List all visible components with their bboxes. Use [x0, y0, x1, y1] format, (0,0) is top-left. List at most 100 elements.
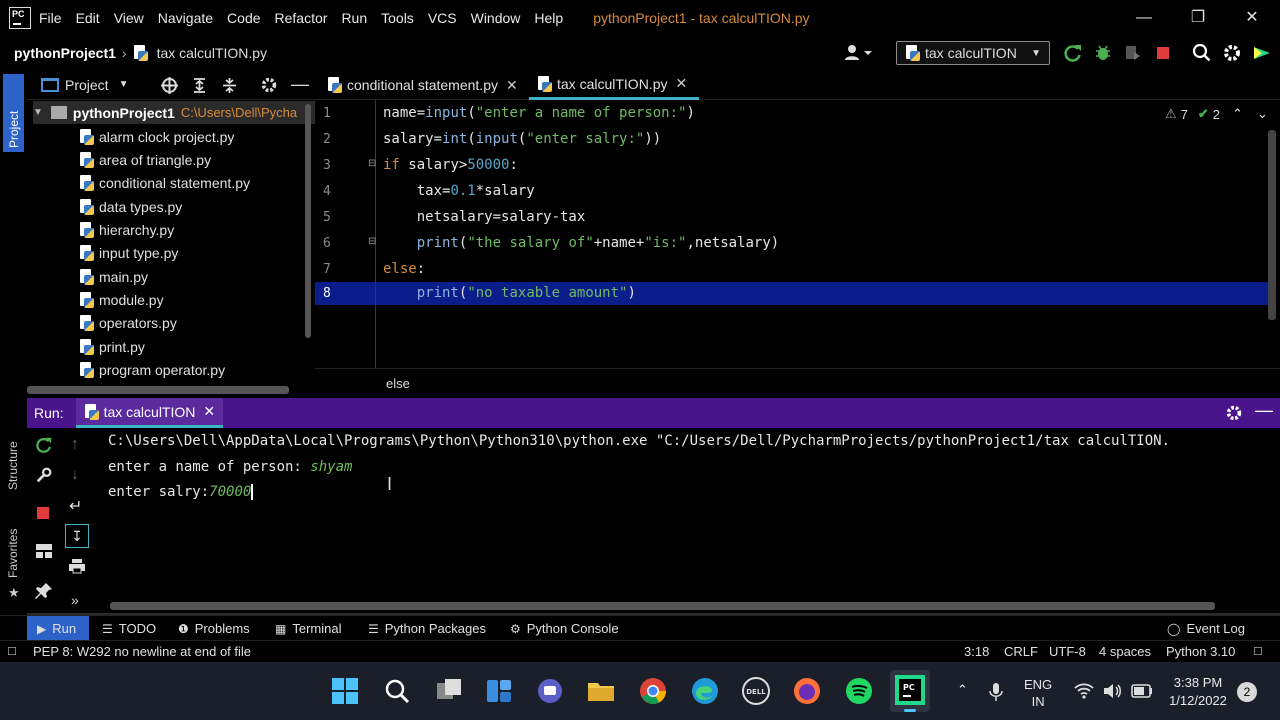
code-line[interactable]: name=input("enter a name of person:"): [383, 105, 695, 121]
input-language[interactable]: ENG IN: [1024, 676, 1052, 710]
previous-highlight-icon[interactable]: ⌃: [1232, 106, 1243, 122]
tool-problems[interactable]: ❶ Problems: [178, 616, 250, 641]
wrench-icon[interactable]: [35, 466, 53, 484]
caret-position[interactable]: 3:18: [964, 644, 989, 659]
tree-file-row[interactable]: input type.py: [79, 241, 178, 264]
tree-file-row[interactable]: print.py: [79, 335, 145, 358]
run-settings-icon[interactable]: [1225, 404, 1243, 422]
inspection-widget[interactable]: ⚠ 7 ✔ 2 ⌃ ⌄: [1165, 106, 1268, 122]
collapse-all-icon[interactable]: [221, 77, 238, 94]
code-line[interactable]: tax=0.1*salary: [383, 183, 535, 199]
tool-python-packages[interactable]: ☰ Python Packages: [368, 616, 486, 641]
close-window-icon[interactable]: ✕: [1242, 8, 1262, 28]
favorites-stripe-label[interactable]: Favorites: [6, 529, 20, 578]
line-separator[interactable]: CRLF: [1004, 644, 1038, 659]
horizontal-scrollbar[interactable]: [27, 386, 289, 394]
taskbar-search-icon[interactable]: [382, 676, 412, 706]
structure-stripe-label[interactable]: Structure: [6, 441, 20, 490]
arrow-up-icon[interactable]: ↑: [71, 436, 79, 454]
menu-code[interactable]: Code: [227, 10, 260, 26]
tree-file-row[interactable]: alarm clock project.py: [79, 125, 234, 148]
hide-panel-icon[interactable]: —: [291, 74, 309, 95]
console-horizontal-scrollbar[interactable]: [110, 602, 1215, 610]
scroll-to-end-icon[interactable]: ↧: [65, 524, 89, 548]
clock[interactable]: 3:38 PM 1/12/2022: [1163, 674, 1233, 710]
dell-icon[interactable]: DELL: [741, 676, 771, 706]
run-configuration-select[interactable]: tax calculTION ▼: [896, 41, 1050, 65]
code-breadcrumb[interactable]: else: [386, 376, 410, 391]
debug-icon[interactable]: [1093, 43, 1113, 63]
status-message[interactable]: PEP 8: W292 no newline at end of file: [33, 644, 251, 659]
menu-edit[interactable]: Edit: [76, 10, 100, 26]
widgets-icon[interactable]: [484, 676, 514, 706]
file-explorer-icon[interactable]: [586, 676, 616, 706]
menu-vcs[interactable]: VCS: [428, 10, 457, 26]
tree-file-row[interactable]: data types.py: [79, 195, 182, 218]
breadcrumb-file[interactable]: tax calculTION.py: [157, 45, 267, 61]
code-line[interactable]: netsalary=salary-tax: [383, 209, 586, 225]
teams-chat-icon[interactable]: [535, 676, 565, 706]
editor-scrollbar[interactable]: [1268, 130, 1276, 320]
tool-event-log[interactable]: ◯ Event Log: [1167, 616, 1245, 641]
code-line[interactable]: if salary>50000:: [383, 157, 518, 173]
tree-root-row[interactable]: ▼ pythonProject1 C:\Users\Dell\Pycha: [33, 101, 315, 124]
tree-file-row[interactable]: main.py: [79, 265, 148, 288]
notification-badge[interactable]: 2: [1237, 682, 1257, 702]
settings-gear-icon[interactable]: [1222, 43, 1242, 63]
tool-run[interactable]: ▶ Run: [27, 616, 89, 641]
chevron-down-icon[interactable]: ▼: [33, 107, 43, 118]
stop-icon[interactable]: [1153, 43, 1173, 63]
close-tab-icon[interactable]: ✕: [675, 75, 687, 92]
close-tab-icon[interactable]: ✕: [203, 403, 215, 420]
breadcrumb-project[interactable]: pythonProject1: [14, 45, 116, 61]
tree-file-row[interactable]: hierarchy.py: [79, 218, 174, 241]
tab-conditional-statement[interactable]: conditional statement.py ✕: [327, 70, 523, 100]
tree-file-row[interactable]: module.py: [79, 288, 164, 311]
chevron-down-icon[interactable]: ▼: [119, 79, 129, 90]
layout-icon[interactable]: [35, 543, 53, 559]
pin-icon[interactable]: [35, 582, 53, 600]
edge-icon[interactable]: [690, 676, 720, 706]
rerun-icon[interactable]: [35, 436, 53, 454]
microphone-icon[interactable]: [988, 682, 1004, 702]
pycharm-taskbar-button[interactable]: PC: [890, 670, 930, 712]
code-line[interactable]: else:: [383, 261, 425, 277]
vertical-scrollbar[interactable]: [305, 104, 311, 338]
tool-terminal[interactable]: ▦ Terminal: [275, 616, 341, 641]
status-panel-icon[interactable]: □: [8, 643, 16, 658]
stop-icon[interactable]: [36, 506, 50, 520]
menu-help[interactable]: Help: [534, 10, 563, 26]
menu-tools[interactable]: Tools: [381, 10, 414, 26]
menu-file[interactable]: File: [39, 10, 62, 26]
rerun-icon[interactable]: [1063, 43, 1083, 63]
menu-window[interactable]: Window: [471, 10, 521, 26]
python-interpreter[interactable]: Python 3.10: [1166, 644, 1235, 659]
file-encoding[interactable]: UTF-8: [1049, 644, 1086, 659]
search-icon[interactable]: [1192, 43, 1212, 63]
menu-run[interactable]: Run: [341, 10, 367, 26]
jetbrains-logo-icon[interactable]: [1252, 43, 1272, 63]
arrow-down-icon[interactable]: ↓: [71, 466, 79, 484]
tree-file-row[interactable]: conditional statement.py: [79, 171, 250, 194]
project-tool-button[interactable]: Project: [3, 74, 24, 152]
tab-tax-calculation[interactable]: tax calculTION.py ✕: [529, 70, 699, 100]
coverage-icon[interactable]: [1123, 43, 1143, 63]
next-highlight-icon[interactable]: ⌄: [1257, 106, 1268, 122]
tool-todo[interactable]: ☰ TODO: [102, 616, 156, 641]
menu-view[interactable]: View: [114, 10, 144, 26]
chevron-up-icon[interactable]: ⌃: [957, 682, 968, 698]
soft-wrap-icon[interactable]: ↵: [69, 496, 82, 516]
windows-start-icon[interactable]: [330, 676, 360, 706]
spotify-icon[interactable]: [844, 676, 874, 706]
tree-file-row[interactable]: program operator.py: [79, 358, 225, 381]
tree-file-row[interactable]: operators.py: [79, 311, 177, 334]
locate-icon[interactable]: [161, 77, 178, 94]
hide-run-panel-icon[interactable]: —: [1255, 400, 1273, 421]
close-tab-icon[interactable]: ✕: [506, 77, 518, 94]
lock-icon[interactable]: □: [1254, 643, 1262, 658]
more-icon[interactable]: »: [71, 592, 79, 608]
chrome-icon[interactable]: [638, 676, 668, 706]
volume-icon[interactable]: [1102, 682, 1122, 700]
restore-icon[interactable]: ❐: [1188, 8, 1208, 28]
menu-refactor[interactable]: Refactor: [275, 10, 328, 26]
